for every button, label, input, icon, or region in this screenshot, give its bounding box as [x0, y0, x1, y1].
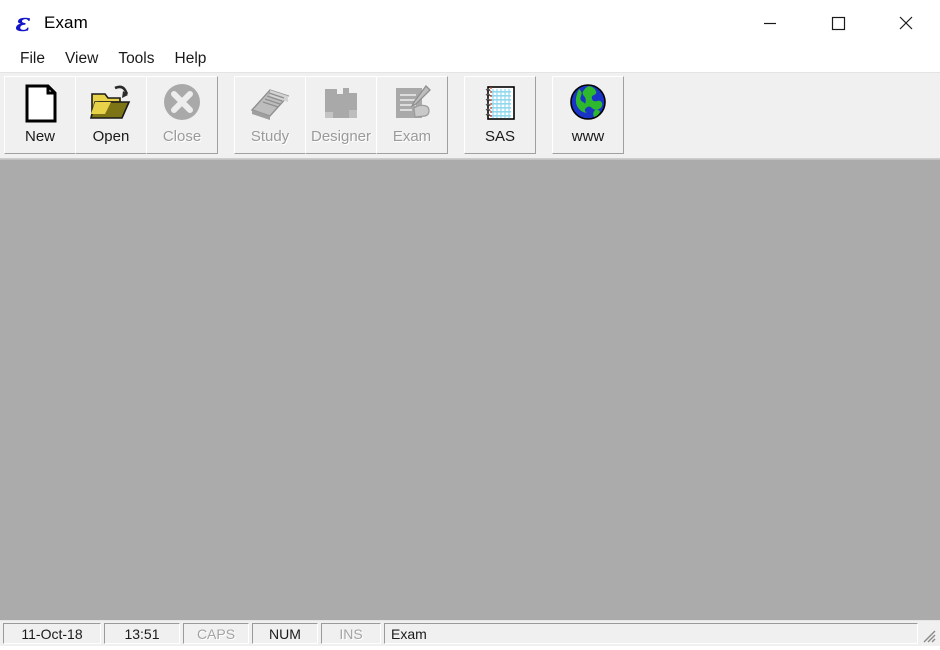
- toolbar-button-sas[interactable]: SAS: [464, 76, 536, 154]
- toolbar-label-open: Open: [92, 128, 130, 145]
- toolbar-button-new[interactable]: New: [4, 76, 76, 154]
- menu-item-view[interactable]: View: [55, 48, 108, 70]
- toolbar-label-study: Study: [250, 128, 290, 145]
- toolbar-button-open[interactable]: Open: [75, 76, 147, 154]
- minimize-icon: [757, 10, 783, 36]
- close-circle-icon: [147, 77, 217, 129]
- window-title: Exam: [44, 12, 88, 32]
- toolbar-label-designer: Designer: [310, 128, 372, 145]
- toolbar-label-new: New: [24, 128, 55, 145]
- application-window: ε Exam File View Tools Help New Open Clo…: [0, 0, 940, 646]
- status-caps-indicator: CAPS: [183, 623, 249, 644]
- window-controls: [736, 0, 940, 45]
- notebook-icon: [465, 77, 535, 129]
- script-e-logo-icon: ε: [6, 6, 40, 40]
- status-time: 13:51: [104, 623, 180, 644]
- toolbar: New Open Close Study Designer Exam SAS w…: [0, 72, 940, 160]
- mdi-client-area[interactable]: [0, 160, 940, 620]
- toolbar-button-designer: Designer: [305, 76, 377, 154]
- status-date: 11-Oct-18: [3, 623, 101, 644]
- toolbar-label-exam: Exam: [392, 128, 432, 145]
- toolbar-button-exam: Exam: [376, 76, 448, 154]
- open-folder-icon: [76, 77, 146, 129]
- menu-item-file[interactable]: File: [10, 48, 55, 70]
- close-icon: [893, 10, 919, 36]
- status-num-indicator: NUM: [252, 623, 318, 644]
- toolbar-label-www: www: [571, 128, 605, 145]
- maximize-icon: [825, 10, 851, 36]
- toolbar-group-sas: SAS: [464, 76, 536, 154]
- status-bar: 11-Oct-18 13:51 CAPS NUM INS Exam: [0, 620, 940, 646]
- toolbar-label-sas: SAS: [484, 128, 515, 145]
- exam-writing-icon: [377, 77, 447, 129]
- maximize-button[interactable]: [804, 0, 872, 45]
- toolbar-button-study: Study: [234, 76, 306, 154]
- globe-icon: [553, 77, 623, 129]
- designer-icon: [306, 77, 376, 129]
- menu-item-help[interactable]: Help: [165, 48, 217, 70]
- toolbar-label-close: Close: [162, 128, 202, 145]
- toolbar-group-modules: Study Designer Exam: [234, 76, 448, 154]
- new-document-icon: [5, 77, 75, 129]
- toolbar-group-file: New Open Close: [4, 76, 218, 154]
- toolbar-group-www: www: [552, 76, 624, 154]
- close-button[interactable]: [872, 0, 940, 45]
- minimize-button[interactable]: [736, 0, 804, 45]
- status-ins-indicator: INS: [321, 623, 381, 644]
- svg-text:ε: ε: [15, 8, 30, 37]
- resize-grip-icon[interactable]: [920, 627, 938, 645]
- study-book-icon: [235, 77, 305, 129]
- status-message: Exam: [384, 623, 918, 644]
- title-bar: ε Exam: [0, 0, 940, 45]
- menu-bar: File View Tools Help: [0, 45, 940, 72]
- toolbar-button-www[interactable]: www: [552, 76, 624, 154]
- menu-item-tools[interactable]: Tools: [108, 48, 164, 70]
- toolbar-button-close: Close: [146, 76, 218, 154]
